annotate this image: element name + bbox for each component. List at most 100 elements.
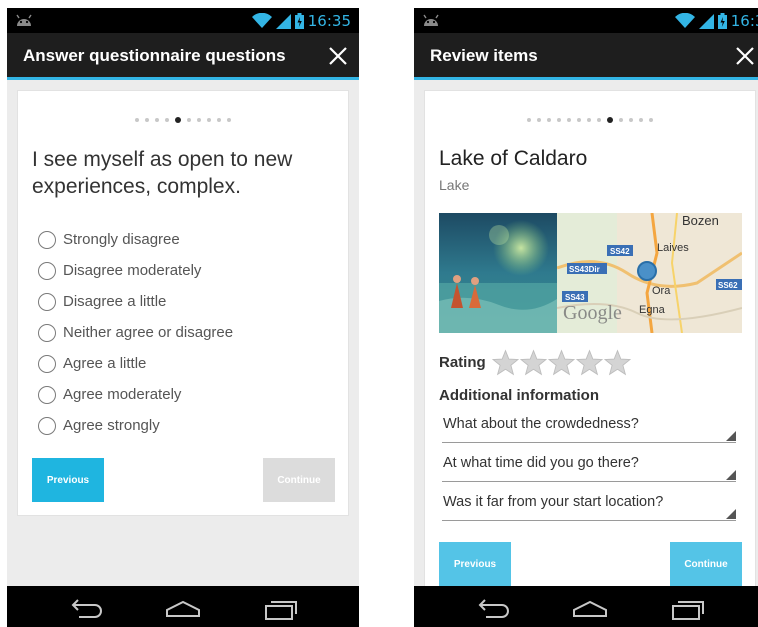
signal-icon (698, 13, 714, 29)
back-icon[interactable] (472, 596, 510, 622)
continue-button[interactable]: Continue (263, 458, 335, 502)
home-icon[interactable] (164, 596, 202, 622)
question-card: I see myself as open to new experiences,… (17, 90, 349, 516)
radio-button[interactable] (38, 354, 56, 373)
status-bar: 16:35 (7, 8, 359, 33)
dropdown-label: What about the crowdedness? (443, 416, 639, 432)
review-screen: 16:36 Review items Lake of Caldaro Lake (414, 8, 758, 627)
previous-button[interactable]: Previous (32, 458, 104, 502)
page-dot-active (607, 117, 613, 123)
screen-title: Review items (430, 46, 538, 65)
navigation-bar (7, 586, 359, 627)
back-icon[interactable] (65, 596, 103, 622)
page-dot (227, 118, 231, 122)
option-agree-moderately[interactable]: Agree moderately (38, 379, 338, 410)
distance-dropdown[interactable]: Was it far from your start location? (442, 489, 736, 521)
page-dot (639, 118, 643, 122)
map-label-road: SS42 (610, 247, 630, 256)
option-label: Strongly disagree (63, 231, 180, 248)
action-bar: Review items (414, 33, 758, 80)
previous-button[interactable]: Previous (439, 542, 511, 586)
option-label: Agree moderately (63, 386, 182, 403)
dropdown-label: At what time did you go there? (443, 455, 639, 471)
page-dot (649, 118, 653, 122)
location-map[interactable]: Bozen SS42 Laives SS43Dir SS43 Ora SS62 … (557, 213, 742, 333)
page-dot (597, 118, 601, 122)
close-icon[interactable] (327, 45, 349, 67)
radio-button[interactable] (38, 292, 56, 311)
additional-info-title: Additional information (439, 387, 599, 404)
star-icon[interactable] (575, 348, 603, 376)
page-dot (537, 118, 541, 122)
option-label: Disagree moderately (63, 262, 202, 279)
page-dot (629, 118, 633, 122)
radio-button[interactable] (38, 385, 56, 404)
map-label-road: SS62 (718, 281, 738, 290)
star-icon[interactable] (491, 348, 519, 376)
screen-title: Answer questionnaire questions (23, 46, 286, 65)
page-dot (165, 118, 169, 122)
map-label-town: Egna (639, 304, 666, 316)
dropdown-caret-icon (726, 431, 736, 441)
questionnaire-screen: 16:35 Answer questionnaire questions I s… (7, 8, 359, 627)
lake-photo[interactable] (439, 213, 557, 333)
android-icon (16, 14, 32, 26)
page-dot (587, 118, 591, 122)
status-time: 16:36 (730, 11, 758, 30)
status-time: 16:35 (307, 11, 351, 30)
page-dot (577, 118, 581, 122)
option-agree-strongly[interactable]: Agree strongly (38, 410, 338, 441)
signal-icon (275, 13, 291, 29)
option-strongly-disagree[interactable]: Strongly disagree (38, 224, 338, 255)
recents-icon[interactable] (262, 596, 300, 622)
option-neither[interactable]: Neither agree or disagree (38, 317, 338, 348)
radio-button[interactable] (38, 416, 56, 435)
page-dot (217, 118, 221, 122)
radio-button[interactable] (38, 230, 56, 249)
page-dot (547, 118, 551, 122)
home-icon[interactable] (571, 596, 609, 622)
continue-button[interactable]: Continue (670, 542, 742, 586)
map-label-town: Laives (657, 242, 689, 254)
page-dot (187, 118, 191, 122)
battery-icon (294, 12, 304, 29)
recents-icon[interactable] (669, 596, 707, 622)
star-icon[interactable] (519, 348, 547, 376)
option-label: Agree a little (63, 355, 147, 372)
radio-button[interactable] (38, 261, 56, 280)
dropdown-caret-icon (726, 470, 736, 480)
android-icon (423, 14, 439, 26)
item-media: Bozen SS42 Laives SS43Dir SS43 Ora SS62 … (439, 213, 742, 333)
page-dot (155, 118, 159, 122)
page-dot (557, 118, 561, 122)
item-name: Lake of Caldaro (439, 147, 588, 170)
option-disagree-moderately[interactable]: Disagree moderately (38, 255, 338, 286)
star-icon[interactable] (547, 348, 575, 376)
dropdown-caret-icon (726, 509, 736, 519)
battery-icon (717, 12, 727, 29)
visit-time-dropdown[interactable]: At what time did you go there? (442, 450, 736, 482)
option-label: Agree strongly (63, 417, 160, 434)
map-label-road: SS43 (565, 293, 585, 302)
rating-label: Rating (439, 353, 486, 371)
crowdedness-dropdown[interactable]: What about the crowdedness? (442, 411, 736, 443)
page-indicator (425, 117, 755, 123)
radio-button[interactable] (38, 323, 56, 342)
map-label-road: SS43Dir (569, 265, 600, 274)
review-card: Lake of Caldaro Lake Bozen SS42 Laives S… (424, 90, 756, 627)
action-bar: Answer questionnaire questions (7, 33, 359, 80)
page-dot (197, 118, 201, 122)
question-text: I see myself as open to new experiences,… (32, 148, 293, 198)
option-label: Disagree a little (63, 293, 167, 310)
map-watermark: Google (563, 302, 622, 324)
option-agree-a-little[interactable]: Agree a little (38, 348, 338, 379)
dropdown-label: Was it far from your start location? (443, 494, 664, 510)
close-icon[interactable] (734, 45, 756, 67)
star-icon[interactable] (603, 348, 631, 376)
option-disagree-a-little[interactable]: Disagree a little (38, 286, 338, 317)
wifi-icon (251, 12, 272, 28)
page-indicator (18, 117, 348, 123)
item-type: Lake (439, 177, 470, 193)
wifi-icon (674, 12, 695, 28)
page-dot (567, 118, 571, 122)
